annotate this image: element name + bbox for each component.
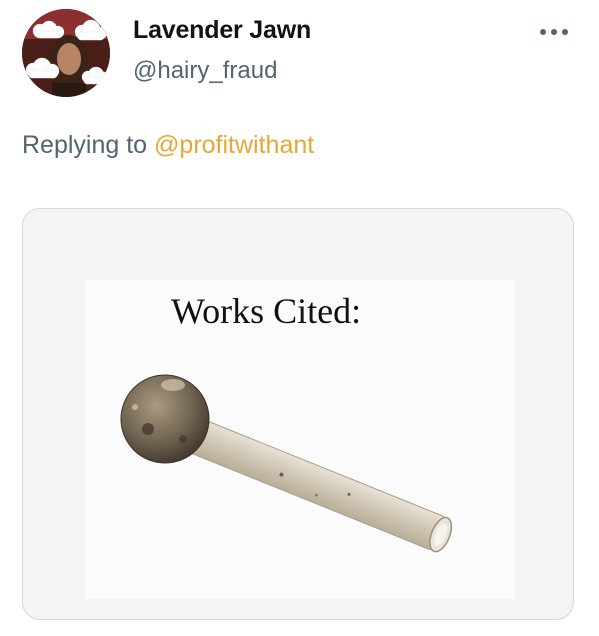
author-handle[interactable]: @hairy_fraud bbox=[133, 55, 311, 87]
author-display-name[interactable]: Lavender Jawn bbox=[133, 14, 311, 46]
reply-mention-link[interactable]: @profitwithant bbox=[154, 131, 314, 159]
avatar[interactable] bbox=[22, 9, 110, 97]
author-info: Lavender Jawn @hairy_fraud bbox=[133, 14, 311, 87]
avatar-image bbox=[22, 9, 110, 97]
tweet: Lavender Jawn @hairy_fraud Replying to @… bbox=[0, 0, 599, 636]
replying-to-label: Replying to bbox=[22, 131, 148, 159]
media-card[interactable]: Works Cited: bbox=[22, 208, 574, 620]
more-options-button[interactable] bbox=[536, 22, 572, 42]
glass-pipe-image bbox=[120, 374, 453, 553]
more-horizontal-icon bbox=[540, 29, 568, 35]
replying-to: Replying to @profitwithant bbox=[22, 129, 314, 161]
